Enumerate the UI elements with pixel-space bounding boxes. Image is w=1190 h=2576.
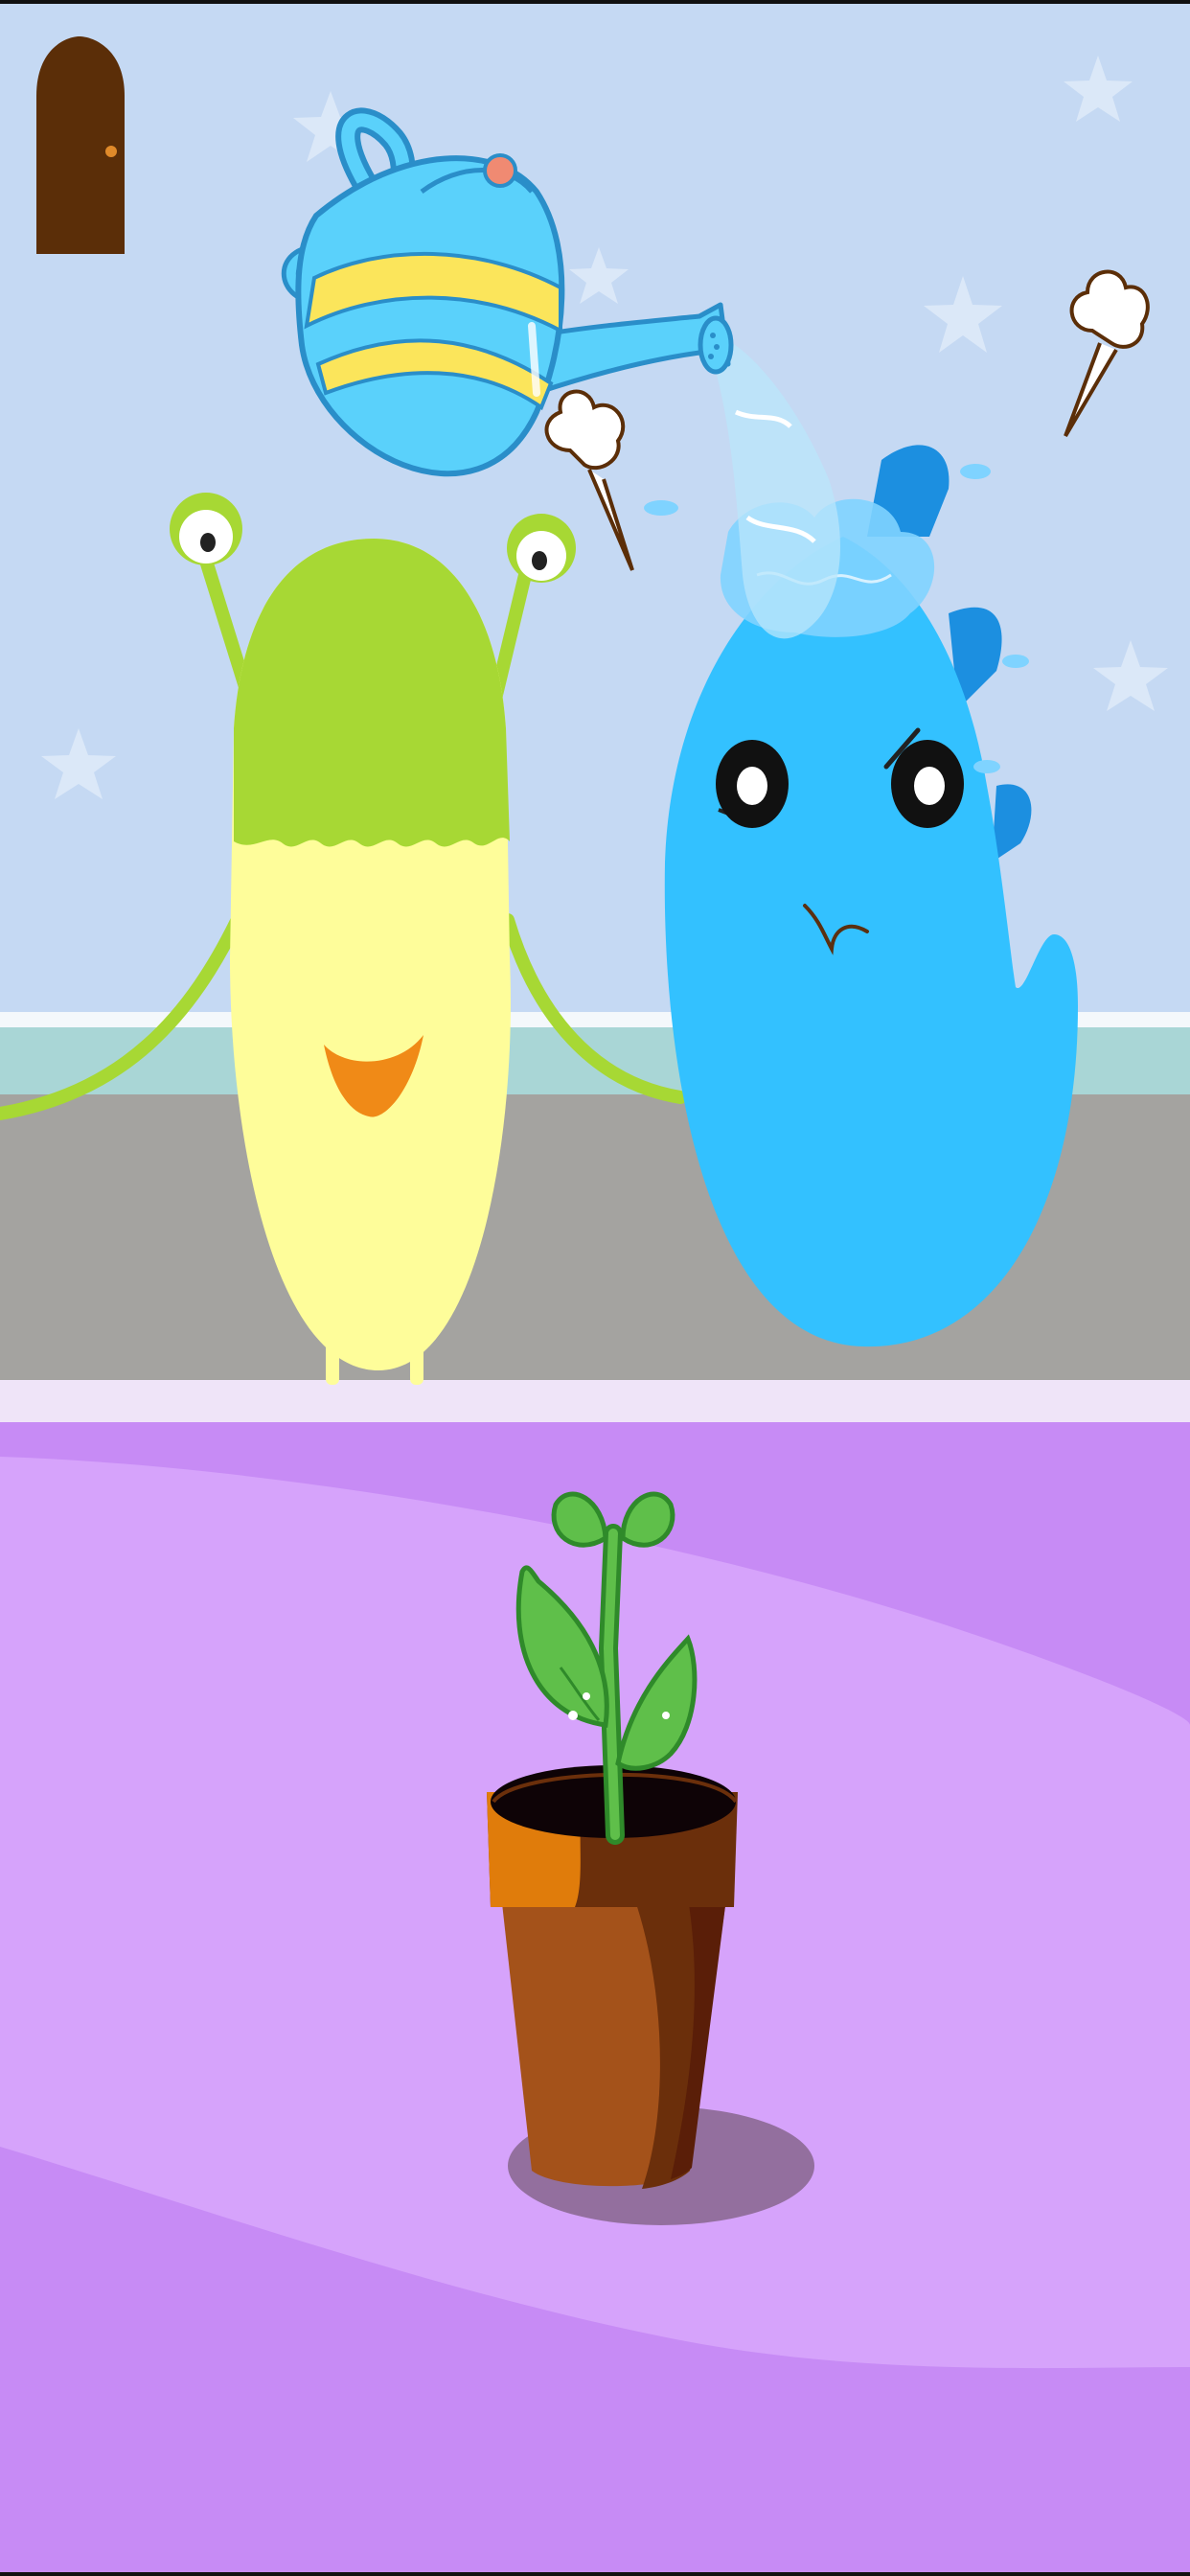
door-knob-icon (105, 146, 117, 157)
game-scene (0, 0, 1190, 2576)
exit-door[interactable] (36, 36, 125, 254)
